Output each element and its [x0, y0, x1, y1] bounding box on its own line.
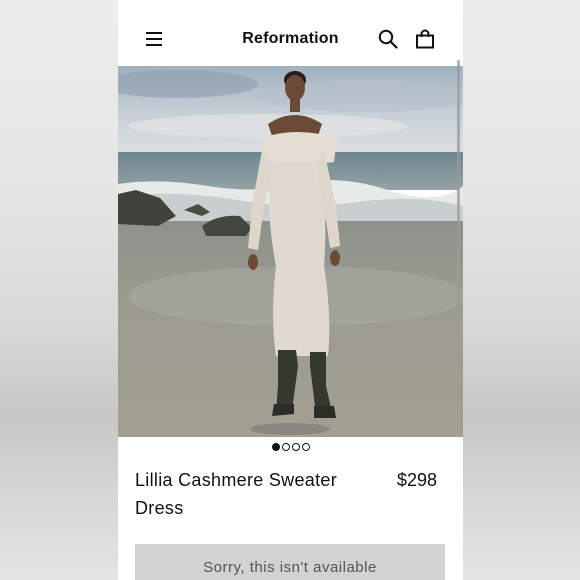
product-photo-illustration: [118, 66, 463, 437]
background-right: [463, 0, 580, 580]
carousel-dot-4[interactable]: [301, 443, 310, 451]
background-left: [0, 0, 118, 580]
product-name: Lillia Cashmere Sweater Dress: [135, 470, 337, 518]
brand-logo[interactable]: Reformation: [118, 30, 463, 48]
product-price: $298: [396, 470, 437, 490]
search-icon[interactable]: [378, 29, 398, 49]
site-header: Reformation: [118, 0, 463, 66]
carousel-dot-3[interactable]: [291, 443, 300, 451]
shopping-bag-icon[interactable]: [415, 29, 435, 49]
product-image[interactable]: [118, 66, 463, 437]
scrollbar[interactable]: [457, 60, 460, 322]
unavailable-button[interactable]: Sorry, this isn't available: [135, 544, 445, 580]
carousel-pagination: [118, 443, 463, 453]
phone-screen: Reformation Lillia Cashmere Sweater Dres…: [118, 0, 463, 580]
carousel-dot-1[interactable]: [271, 443, 280, 451]
carousel-dot-2[interactable]: [281, 443, 290, 451]
